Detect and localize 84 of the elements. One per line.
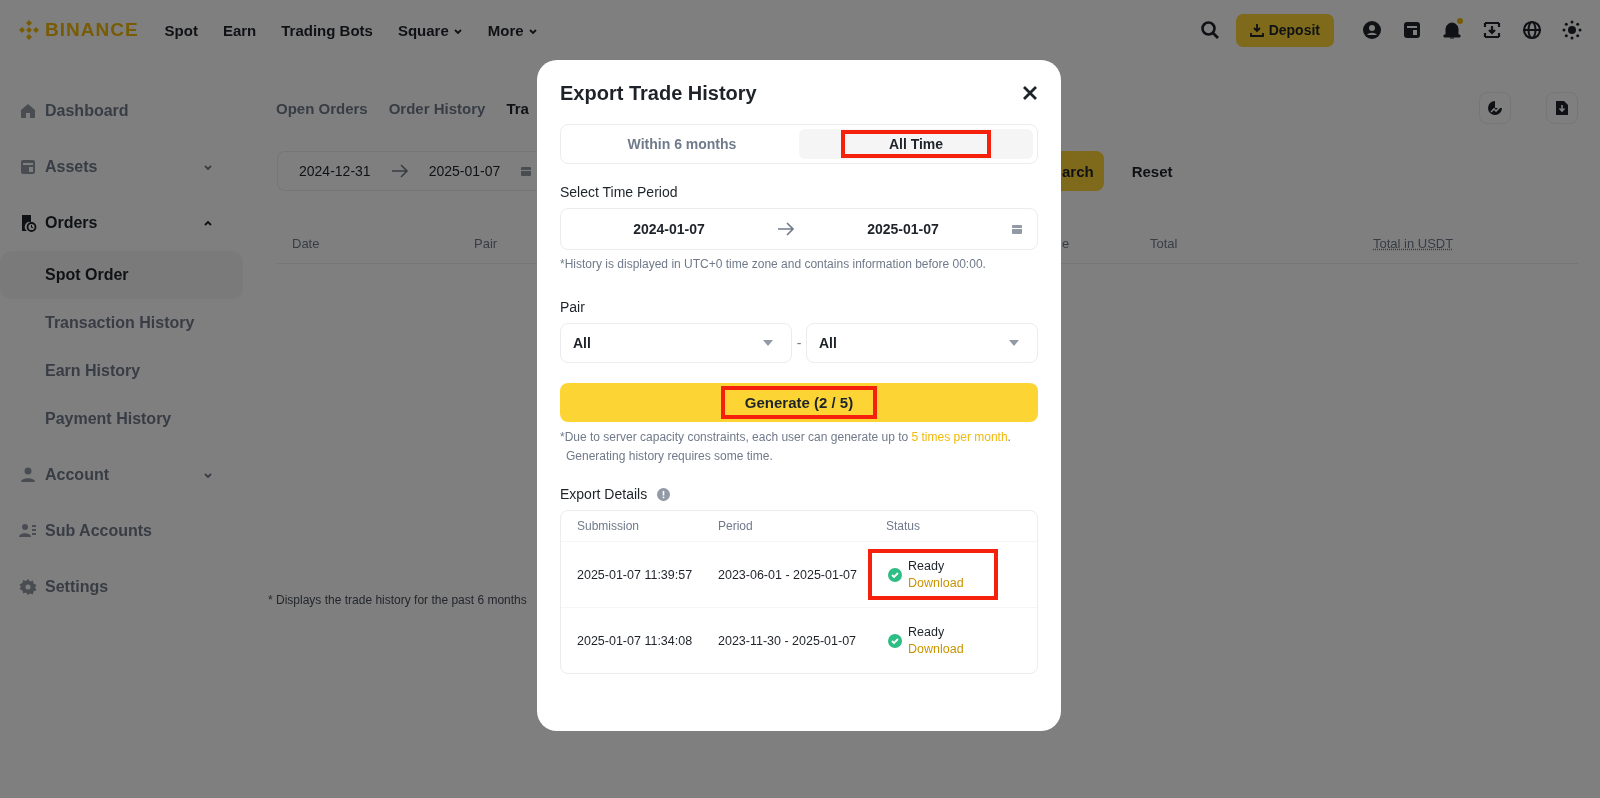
logo-icon — [18, 19, 40, 41]
table-cell-text: 2023-11-30 - 2025-01-07 — [718, 633, 858, 648]
footnote: * Displays the trade history for the past 6 months — [268, 593, 528, 607]
table-cell-text: 2025-01-07 11:39:57 — [577, 567, 694, 582]
chart-icon-button[interactable] — [1479, 92, 1511, 124]
calendar-icon — [520, 165, 533, 177]
download-icon — [1249, 23, 1264, 37]
download-link[interactable]: Download — [908, 576, 964, 590]
sidebar-item[interactable]: Account — [0, 447, 243, 503]
reset-button[interactable]: Reset — [1123, 162, 1181, 180]
page-tab[interactable]: Tra — [506, 99, 529, 117]
sidebar-item[interactable]: Settings — [0, 559, 243, 615]
date-range-field[interactable]: 2024-12-31 2025-01-07 — [277, 151, 537, 191]
check-circle-icon — [888, 567, 902, 582]
dropdown-caret-icon — [763, 340, 773, 346]
generate-button[interactable]: Generate (2 / 5) — [560, 383, 1038, 422]
sidebar-subitem[interactable]: Transaction History — [0, 299, 243, 347]
sidebar-subitem[interactable]: Payment History — [0, 395, 243, 443]
close-icon[interactable] — [1022, 85, 1038, 101]
dialog-title: Export Trade History — [560, 81, 757, 105]
field-label: Pair — [560, 299, 586, 315]
column-header: Total in USDT — [1373, 235, 1455, 251]
sidebar-item[interactable]: Assets — [0, 139, 243, 195]
deposit-button[interactable]: Deposit — [1235, 13, 1334, 47]
nav-link[interactable]: Earn — [222, 21, 257, 39]
hint-text: *History is displayed in UTC+0 time zone and contains information before 00:00. — [560, 257, 987, 271]
hint-text: *Due to server capacity constraints, each user can generate up to 5 times per month. Generating history requires some time. — [560, 429, 1012, 465]
chevron-down-icon — [203, 162, 213, 172]
gear-icon — [19, 578, 37, 596]
nav-link[interactable]: Square — [397, 21, 463, 39]
wallet-icon[interactable] — [1402, 20, 1422, 40]
column-header: Period — [718, 519, 754, 533]
field-label: Select Time Period — [560, 184, 679, 200]
pie-chart-icon — [1487, 100, 1503, 116]
people-list-icon — [19, 522, 37, 540]
column-header: Submission — [577, 519, 641, 533]
sidebar-subitem[interactable]: Earn History — [0, 347, 243, 395]
search-icon[interactable] — [1199, 20, 1220, 40]
person-icon — [19, 466, 37, 484]
dropdown-caret-icon — [1009, 340, 1019, 346]
table-cell-text: 2025-01-07 11:34:08 — [577, 633, 694, 648]
pair-select[interactable]: All — [806, 323, 1038, 363]
wallet-icon — [19, 158, 37, 176]
home-icon — [19, 102, 37, 120]
search-button[interactable]: arch — [1061, 151, 1104, 191]
column-header: Pair — [474, 235, 499, 251]
sidebar-item[interactable]: Orders — [0, 195, 243, 251]
bell-icon[interactable] — [1442, 20, 1462, 40]
profile-icon[interactable] — [1362, 20, 1382, 40]
range-tab[interactable]: All Time — [799, 129, 1033, 159]
globe-icon[interactable] — [1522, 20, 1542, 40]
sidebar-subitem[interactable]: Spot Order — [0, 251, 243, 299]
calendar-icon — [1011, 223, 1023, 235]
range-tab[interactable]: Within 6 months — [565, 129, 799, 159]
section-title: Export Details — [560, 486, 648, 502]
separator-text: - — [795, 335, 803, 351]
pair-select[interactable]: All — [560, 323, 792, 363]
document-clock-icon — [19, 214, 37, 232]
nav-link[interactable]: Trading Bots — [281, 21, 373, 39]
sidebar-item[interactable]: Dashboard — [0, 83, 243, 139]
page-tab[interactable]: Open Orders — [276, 99, 368, 117]
status-text: Ready — [908, 559, 946, 573]
arrow-right-icon — [390, 164, 409, 178]
nav-link[interactable]: More — [487, 21, 538, 39]
check-circle-icon — [888, 633, 902, 648]
page-tab[interactable]: Order History — [388, 99, 486, 117]
download-link[interactable]: Download — [908, 642, 964, 656]
arrow-right-icon — [777, 222, 795, 236]
chevron-down-icon — [203, 470, 213, 480]
column-header: Status — [886, 519, 922, 533]
nav-link[interactable]: Spot — [164, 21, 198, 39]
date-range-field[interactable]: 2024-01-07 2025-01-07 — [560, 208, 1038, 250]
column-header: Total — [1150, 235, 1179, 251]
theme-icon[interactable] — [1562, 20, 1582, 40]
info-icon[interactable] — [657, 487, 671, 501]
file-download-button[interactable] — [1546, 92, 1578, 124]
download-icon[interactable] — [1482, 20, 1502, 40]
column-header: e — [1062, 235, 1071, 251]
status-text: Ready — [908, 625, 946, 639]
chevron-up-icon — [203, 218, 213, 228]
file-download-icon — [1555, 100, 1569, 116]
sidebar-item[interactable]: Sub Accounts — [0, 503, 243, 559]
table-cell-text: 2023-06-01 - 2025-01-07 — [718, 567, 858, 582]
column-header: Date — [292, 235, 321, 251]
